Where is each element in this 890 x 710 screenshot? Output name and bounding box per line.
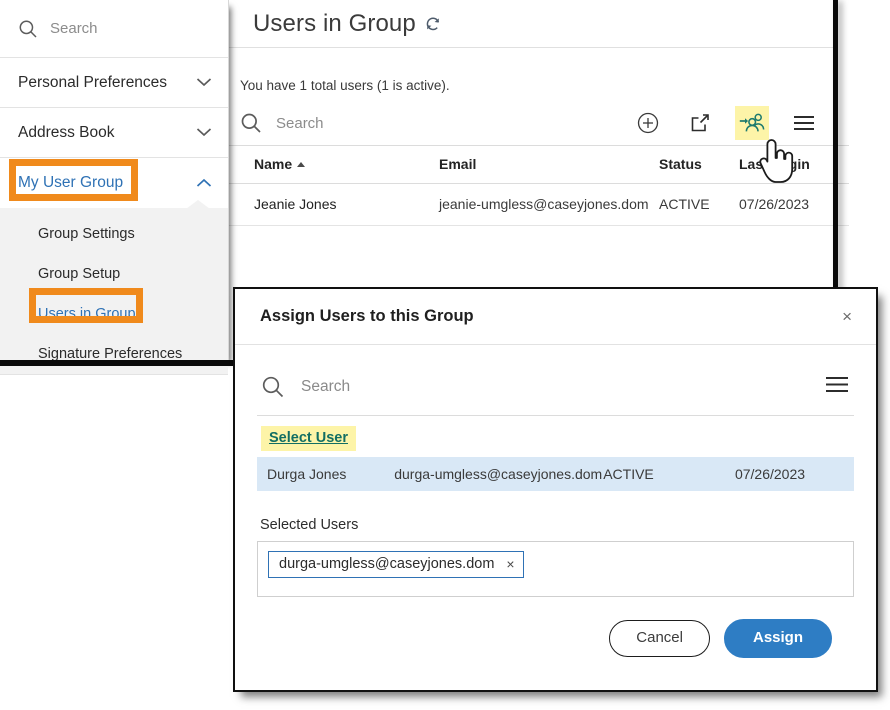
- remove-chip-icon[interactable]: ×: [506, 557, 514, 571]
- modal-title: Assign Users to this Group: [260, 307, 474, 325]
- chevron-up-icon: [196, 177, 212, 190]
- chevron-down-icon: [196, 76, 212, 89]
- add-icon[interactable]: [631, 106, 665, 140]
- cell-status: ACTIVE: [659, 183, 739, 226]
- selected-users-label: Selected Users: [260, 517, 359, 533]
- cell-email: jeanie-umgless@caseyjones.dom: [439, 183, 659, 226]
- user-list-search[interactable]: Search: [240, 112, 631, 134]
- users-in-group-page: Users in Group You have 1 total users (1…: [228, 0, 849, 295]
- cell-status: ACTIVE: [603, 466, 654, 482]
- sidebar-search-placeholder: Search: [50, 20, 98, 37]
- sidebar-item-address-book[interactable]: Address Book: [0, 108, 228, 158]
- assign-button[interactable]: Assign: [723, 619, 832, 658]
- cell-name: Jeanie Jones: [228, 183, 439, 226]
- sidebar-item-signature-preferences[interactable]: Signature Preferences: [0, 334, 228, 374]
- sidebar-item-group-setup[interactable]: Group Setup: [0, 254, 228, 294]
- modal-result-row[interactable]: Durga Jones durga-umgless@caseyjones.dom…: [257, 457, 854, 491]
- user-list-search-placeholder: Search: [276, 114, 324, 132]
- sidebar-item-label: Personal Preferences: [18, 73, 168, 91]
- settings-sidebar: Search Personal Preferences Address Book…: [0, 0, 234, 375]
- share-export-icon[interactable]: [683, 106, 717, 140]
- sidebar-search[interactable]: Search: [0, 0, 228, 58]
- search-icon: [261, 375, 285, 399]
- modal-footer: Cancel Assign: [257, 597, 854, 658]
- sidebar-item-label: My User Group: [18, 174, 124, 191]
- selected-users-box[interactable]: durga-umgless@caseyjones.dom ×: [257, 541, 854, 597]
- submenu-item-label: Group Settings: [38, 226, 135, 242]
- submenu-item-label: Group Setup: [38, 266, 121, 282]
- hamburger-menu-icon[interactable]: [787, 106, 821, 140]
- selected-user-chip[interactable]: durga-umgless@caseyjones.dom ×: [268, 551, 524, 578]
- column-header-label: Name: [254, 156, 293, 172]
- table-header-row: Name Email Status Last Login: [228, 145, 849, 184]
- user-count-summary: You have 1 total users (1 is active).: [240, 78, 450, 93]
- chevron-down-icon: [196, 126, 212, 139]
- column-header-email[interactable]: Email: [439, 145, 659, 184]
- users-table: Name Email Status Last Login Jeanie Jone…: [228, 145, 849, 226]
- assign-users-modal: Assign Users to this Group × Search Sele…: [233, 287, 878, 692]
- sidebar-item-users-in-group[interactable]: Users in Group: [0, 294, 228, 334]
- my-user-group-submenu: Group Settings Group Setup Users in Grou…: [0, 200, 228, 375]
- search-icon: [240, 112, 262, 134]
- close-icon[interactable]: ×: [836, 304, 858, 329]
- search-icon: [18, 19, 38, 39]
- modal-header: Assign Users to this Group ×: [235, 289, 876, 345]
- sidebar-item-label: Address Book: [18, 123, 115, 141]
- cancel-button[interactable]: Cancel: [609, 620, 710, 657]
- cell-last-login: 07/26/2023: [734, 466, 806, 482]
- modal-search-placeholder[interactable]: Search: [301, 378, 824, 396]
- modal-body: Search Select User Durga Jones durga-umg…: [235, 359, 876, 658]
- page-title: Users in Group: [253, 9, 416, 37]
- toolbar-icon-group: [631, 106, 821, 140]
- submenu-item-label: Users in Group: [38, 306, 136, 322]
- cell-name: Durga Jones: [267, 466, 347, 482]
- sidebar-item-group-settings[interactable]: Group Settings: [0, 214, 228, 254]
- column-header-name[interactable]: Name: [228, 145, 439, 184]
- refresh-icon[interactable]: [424, 15, 442, 33]
- chip-label: durga-umgless@caseyjones.dom: [279, 556, 495, 572]
- hamburger-menu-icon[interactable]: [824, 375, 850, 399]
- cell-last-login: 07/26/2023: [739, 183, 849, 226]
- column-header-last-login[interactable]: Last Login: [739, 145, 849, 184]
- submenu-item-label: Signature Preferences: [38, 346, 183, 362]
- assign-users-icon[interactable]: [735, 106, 769, 140]
- cell-email: durga-umgless@caseyjones.dom: [394, 466, 603, 482]
- sort-ascending-icon: [297, 162, 306, 167]
- sidebar-item-personal-preferences[interactable]: Personal Preferences: [0, 58, 228, 108]
- table-row[interactable]: Jeanie Jones jeanie-umgless@caseyjones.d…: [228, 183, 849, 226]
- select-user-link[interactable]: Select User: [261, 426, 356, 451]
- list-toolbar: Search: [228, 101, 833, 145]
- column-header-status[interactable]: Status: [659, 145, 739, 184]
- page-header: Users in Group: [228, 0, 833, 48]
- modal-search-row: Search: [257, 359, 854, 416]
